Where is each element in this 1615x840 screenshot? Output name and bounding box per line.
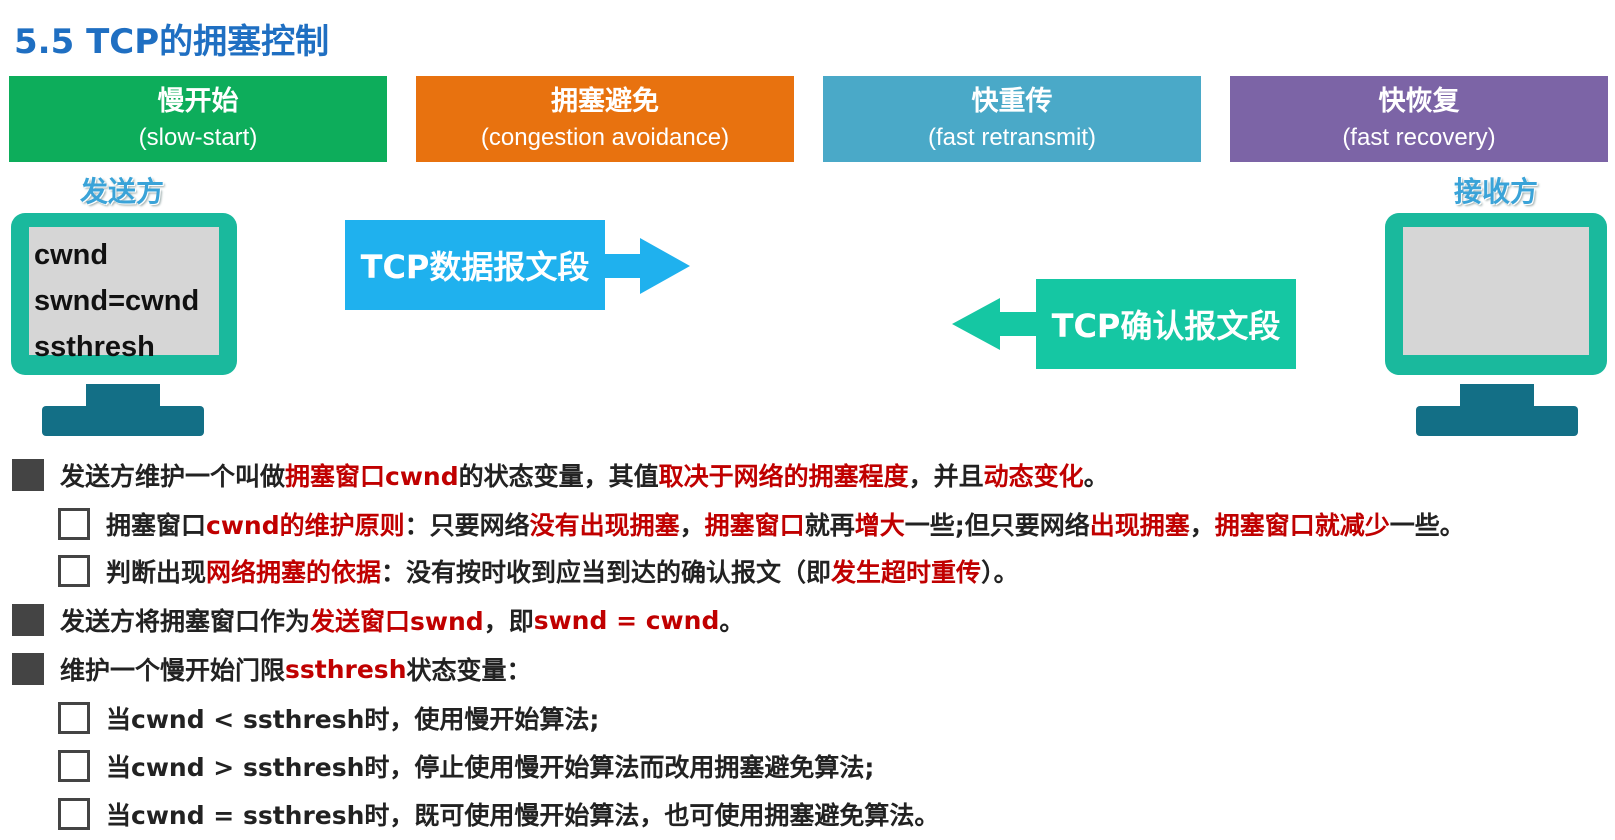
text: 维护一个慢开始门限 xyxy=(60,656,286,685)
highlight: 网络拥塞的依据 xyxy=(206,558,382,587)
text: 。 xyxy=(719,607,745,636)
phase-name-en: (fast recovery) xyxy=(1342,124,1496,151)
receiver-label: 接收方 xyxy=(1454,175,1539,208)
text: 拥塞窗口 xyxy=(106,511,207,540)
sub-bullet-congestion-criterion: 判断出现 网络拥塞的依据 ：没有按时收到应当到达的确认报文（即 发生超时重传）。 xyxy=(58,551,1019,591)
page-title: 5.5 TCP的拥塞控制 xyxy=(14,22,330,62)
sub-bullet-maintenance-principle: 拥塞窗口 cwnd的维护原则 ：只要网络 没有出现拥塞，拥塞窗口 就再 增大 一些;但只要网… xyxy=(58,504,1465,544)
receiver-stand-base xyxy=(1416,406,1578,436)
empty-square-icon xyxy=(58,750,90,782)
text: ， xyxy=(679,511,705,540)
empty-square-icon xyxy=(58,508,90,540)
phase-name-cn: 拥塞避免 xyxy=(551,86,659,117)
left-arrow-icon xyxy=(952,298,1038,350)
filled-square-icon xyxy=(12,604,44,636)
text: ， xyxy=(1189,511,1215,540)
highlight: 出现拥塞 xyxy=(1089,511,1190,540)
sender-stand-neck xyxy=(86,384,160,408)
phase-fast-retransmit: 快重传 (fast retransmit) xyxy=(823,76,1201,162)
highlight: 发生超时重传 xyxy=(831,558,982,587)
filled-square-icon xyxy=(12,653,44,685)
bullet-swnd: 发送方将拥塞窗口作为 发送窗口swnd ，即 swnd = cwnd。 xyxy=(12,600,744,640)
phase-name-en: (fast retransmit) xyxy=(927,124,1097,151)
highlight: swnd = cwnd xyxy=(533,605,720,635)
sub-bullet-less-than: 当cwnd < ssthresh时，使用慢开始算法; xyxy=(58,698,599,738)
ack-segment-box: TCP确认报文段 xyxy=(1036,279,1296,369)
text: 一些;但只要网络 xyxy=(904,511,1090,540)
text: 当cwnd = ssthresh时，既可使用慢开始算法，也可使用拥塞避免算法。 xyxy=(106,801,940,830)
phase-slow-start: 慢开始 (slow-start) xyxy=(9,76,387,162)
text: 状态变量： xyxy=(406,656,532,685)
highlight: ssthresh xyxy=(285,654,407,684)
highlight: cwnd的维护原则 xyxy=(206,511,405,540)
phase-fast-recovery: 快恢复 (fast recovery) xyxy=(1230,76,1608,162)
bullet-ssthresh: 维护一个慢开始门限 ssthresh 状态变量： xyxy=(12,649,532,689)
bullet-cwnd-state: 发送方维护一个叫做 拥塞窗口cwnd 的状态变量，其值 取决于网络的拥塞程度 ，并且 动态… xyxy=(12,455,1109,495)
phase-congestion-avoidance: 拥塞避免 (congestion avoidance) xyxy=(416,76,794,162)
text: 。 xyxy=(1083,462,1109,491)
empty-square-icon xyxy=(58,555,90,587)
highlight: 没有出现拥塞 xyxy=(529,511,680,540)
right-arrow-icon xyxy=(604,238,690,294)
text: 就再 xyxy=(804,511,855,540)
text: 发送方维护一个叫做 xyxy=(60,462,286,491)
text: 发送方将拥塞窗口作为 xyxy=(60,607,311,636)
empty-square-icon xyxy=(58,798,90,830)
filled-square-icon xyxy=(12,459,44,491)
sender-stand-base xyxy=(42,406,204,436)
text: ）。 xyxy=(981,558,1019,587)
text: ：没有按时收到应当到达的确认报文（即 xyxy=(381,558,832,587)
receiver-stand-neck xyxy=(1460,384,1534,408)
highlight: 增大 xyxy=(854,511,905,540)
phase-name-cn: 快恢复 xyxy=(1378,86,1460,117)
empty-square-icon xyxy=(58,702,90,734)
phase-name-cn: 快重传 xyxy=(971,86,1053,117)
highlight: 发送窗口swnd xyxy=(310,607,484,636)
sender-label: 发送方 xyxy=(80,175,165,208)
text: ：只要网络 xyxy=(404,511,530,540)
text: 当cwnd > ssthresh时，停止使用慢开始算法而改用拥塞避免算法; xyxy=(106,753,875,782)
var-ssthresh: ssthresh xyxy=(34,331,155,363)
text: 的状态变量，其值 xyxy=(458,462,659,491)
highlight: 拥塞窗口 xyxy=(704,511,805,540)
highlight: 拥塞窗口就减少 xyxy=(1214,511,1390,540)
text: 一些。 xyxy=(1389,511,1465,540)
text: ，即 xyxy=(483,607,534,636)
text: ，并且 xyxy=(908,462,984,491)
receiver-monitor-icon xyxy=(1385,213,1607,375)
var-swnd: swnd=cwnd xyxy=(34,285,200,317)
highlight: 拥塞窗口cwnd xyxy=(285,462,459,491)
phase-name-en: (congestion avoidance) xyxy=(480,124,730,151)
receiver-screen xyxy=(1403,227,1589,355)
sender-variables: cwnd swnd=cwnd ssthresh xyxy=(34,232,199,370)
highlight: 动态变化 xyxy=(983,462,1084,491)
var-cwnd: cwnd xyxy=(34,239,109,271)
sub-bullet-greater-than: 当cwnd > ssthresh时，停止使用慢开始算法而改用拥塞避免算法; xyxy=(58,746,874,786)
phase-name-en: (slow-start) xyxy=(138,124,258,151)
highlight: 取决于网络的拥塞程度 xyxy=(658,462,909,491)
text: 当cwnd < ssthresh时，使用慢开始算法; xyxy=(106,705,600,734)
sub-bullet-equal: 当cwnd = ssthresh时，既可使用慢开始算法，也可使用拥塞避免算法。 xyxy=(58,794,939,834)
text: 判断出现 xyxy=(106,558,207,587)
data-segment-box: TCP数据报文段 xyxy=(345,220,605,310)
phase-name-cn: 慢开始 xyxy=(157,86,239,117)
